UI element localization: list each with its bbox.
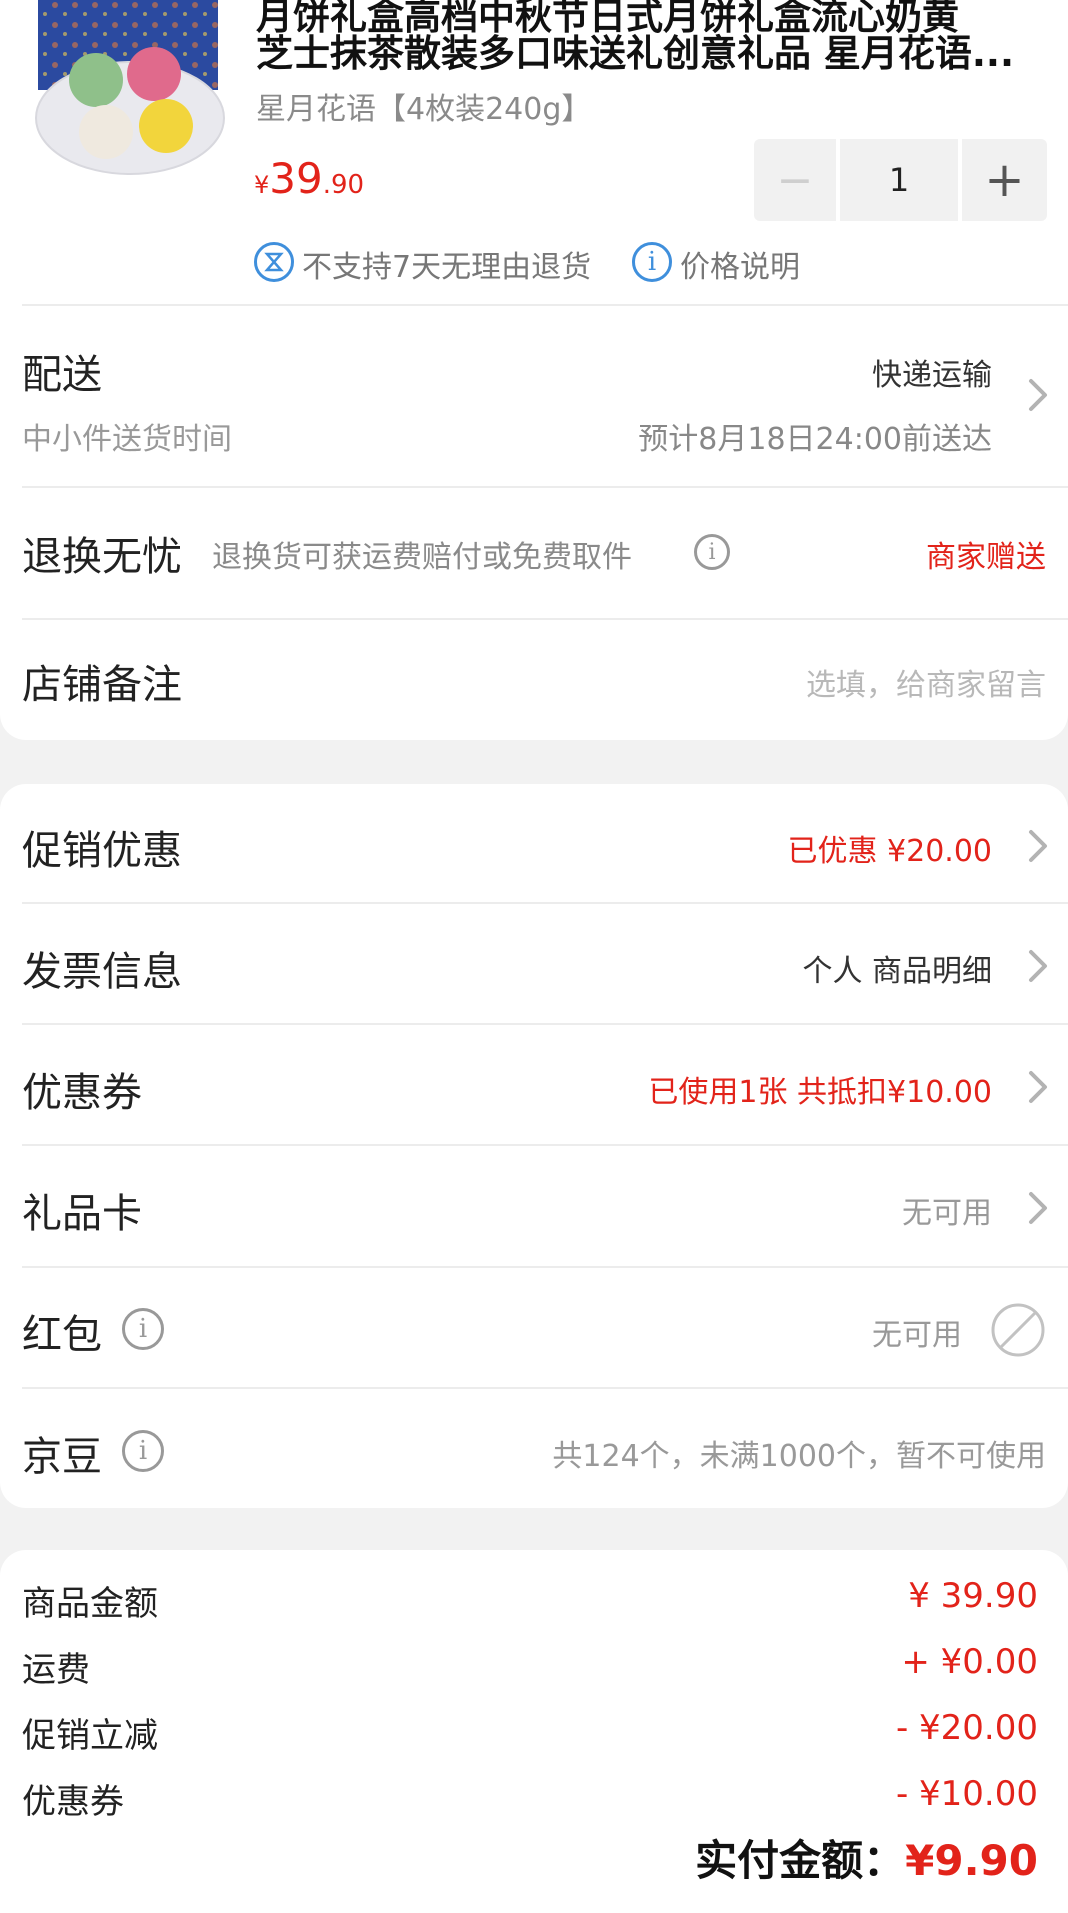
divider bbox=[22, 1266, 1068, 1268]
shipping-fee-value: + ¥0.00 bbox=[901, 1642, 1038, 1682]
product-title-line-2: 芝士抹茶散装多口味送礼创意礼品 星月花语... bbox=[256, 32, 1015, 75]
coupon-discount-value: - ¥10.00 bbox=[895, 1774, 1038, 1814]
gift-card-label: 礼品卡 bbox=[22, 1191, 142, 1237]
divider bbox=[22, 1023, 1068, 1025]
final-amount: 实付金额：¥9.90 bbox=[695, 1827, 1038, 1888]
info-icon[interactable]: i bbox=[122, 1308, 164, 1350]
chevron-right-icon[interactable] bbox=[1016, 944, 1060, 988]
delivery-sub-label: 中小件送货时间 bbox=[22, 422, 232, 457]
divider bbox=[22, 1144, 1068, 1146]
final-amount-label: 实付金额： bbox=[695, 1836, 906, 1885]
jingdou-value: 共124个，未满1000个，暂不可使用 bbox=[552, 1439, 1046, 1474]
info-icon[interactable]: i bbox=[122, 1430, 164, 1472]
chevron-right-icon[interactable] bbox=[1016, 824, 1060, 868]
coupon-discount-label: 优惠券 bbox=[22, 1782, 124, 1822]
info-icon[interactable]: i bbox=[694, 534, 730, 570]
chevron-right-icon[interactable] bbox=[1016, 1065, 1060, 1109]
decrease-quantity-button[interactable]: − bbox=[754, 139, 836, 221]
order-options-card: 促销优惠 已优惠 ¥20.00 发票信息 个人 商品明细 优惠券 已使用1张 共… bbox=[0, 784, 1068, 1508]
final-amount-value: ¥9.90 bbox=[905, 1836, 1038, 1885]
goods-amount-value: ¥ 39.90 bbox=[908, 1576, 1038, 1616]
promo-label: 促销优惠 bbox=[22, 828, 182, 874]
promo-discount-label: 促销立减 bbox=[22, 1716, 158, 1756]
goods-amount-label: 商品金额 bbox=[22, 1584, 158, 1624]
jingdou-label: 京豆 bbox=[22, 1434, 102, 1480]
delivery-eta: 预计8月18日24:00前送达 bbox=[638, 422, 992, 457]
returns-description: 退换货可获运费赔付或免费取件 bbox=[212, 540, 632, 575]
promo-discount-value: - ¥20.00 bbox=[895, 1708, 1038, 1748]
quantity-stepper: − 1 + bbox=[754, 139, 1047, 221]
price-integer: 39 bbox=[269, 154, 323, 203]
product-price: ¥39.90 bbox=[254, 154, 364, 203]
delivery-method[interactable]: 快递运输 bbox=[872, 350, 992, 394]
shipping-fee-label: 运费 bbox=[22, 1650, 90, 1690]
divider bbox=[22, 304, 1068, 306]
divider bbox=[22, 1387, 1068, 1389]
promo-value[interactable]: 已优惠 ¥20.00 bbox=[787, 826, 992, 870]
info-icon[interactable]: i bbox=[632, 242, 672, 282]
no-return-notice: 不支持7天无理由退货 bbox=[302, 250, 592, 285]
order-product-card: 月饼礼盒高档中秋节日式月饼礼盒流心奶黄 芝士抹茶散装多口味送礼创意礼品 星月花语… bbox=[0, 0, 1068, 740]
chevron-right-icon[interactable] bbox=[1016, 1186, 1060, 1230]
no-return-icon bbox=[254, 242, 294, 282]
divider bbox=[22, 618, 1068, 620]
shop-remark-label: 店铺备注 bbox=[22, 662, 182, 708]
invoice-value[interactable]: 个人 商品明细 bbox=[802, 946, 992, 990]
disabled-icon bbox=[991, 1303, 1045, 1357]
price-note-link[interactable]: 价格说明 bbox=[680, 242, 800, 286]
divider bbox=[22, 902, 1068, 904]
price-decimal: .90 bbox=[322, 170, 365, 200]
returns-value: 商家赠送 bbox=[926, 540, 1046, 575]
red-packet-label: 红包 bbox=[22, 1312, 102, 1358]
delivery-label: 配送 bbox=[22, 352, 102, 398]
returns-label: 退换无忧 bbox=[22, 534, 182, 580]
chevron-right-icon[interactable] bbox=[1016, 373, 1060, 417]
gift-card-value[interactable]: 无可用 bbox=[902, 1188, 992, 1232]
increase-quantity-button[interactable]: + bbox=[962, 139, 1047, 221]
shop-remark-input[interactable]: 选填，给商家留言 bbox=[806, 660, 1046, 704]
divider bbox=[22, 486, 1068, 488]
mooncake-product-image[interactable] bbox=[30, 0, 230, 180]
product-spec: 星月花语【4枚装240g】 bbox=[256, 92, 592, 127]
coupon-label: 优惠券 bbox=[22, 1070, 142, 1116]
red-packet-value: 无可用 bbox=[872, 1318, 962, 1353]
price-currency: ¥ bbox=[254, 171, 270, 199]
quantity-value[interactable]: 1 bbox=[840, 139, 958, 221]
invoice-label: 发票信息 bbox=[22, 949, 182, 995]
coupon-value[interactable]: 已使用1张 共抵扣¥10.00 bbox=[648, 1067, 992, 1111]
